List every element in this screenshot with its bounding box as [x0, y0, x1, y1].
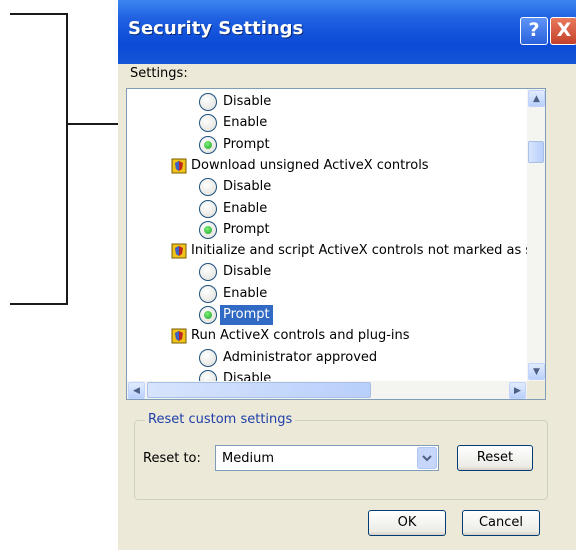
setting-option-label: Prompt [223, 221, 270, 237]
reset-to-value: Medium [222, 451, 274, 466]
radio-button[interactable] [199, 178, 217, 197]
reset-to-dropdown[interactable]: Medium [215, 445, 439, 471]
settings-list: Disable Enable Prompt Download unsigned Act… [127, 89, 527, 381]
reset-to-label: Reset to: [143, 451, 201, 466]
scrollbar-corner [527, 381, 545, 399]
reset-custom-settings-group: Reset custom settings Reset to: Medium R… [134, 412, 548, 500]
radio-button[interactable] [199, 284, 217, 303]
scroll-left-button[interactable]: ◀ [128, 382, 145, 399]
scroll-up-button[interactable]: ▲ [528, 90, 545, 107]
horizontal-scroll-thumb[interactable] [147, 382, 371, 398]
radio-dot [204, 225, 212, 234]
callout-bracket-pointer [66, 123, 118, 125]
radio-button-checked[interactable] [199, 220, 217, 239]
setting-option-label: Enable [223, 200, 268, 216]
ok-button[interactable]: OK [368, 510, 446, 536]
dialog-body: Settings: Disable Enable Prompt Download un… [118, 64, 576, 550]
help-button[interactable]: ? [520, 17, 548, 45]
dialog-title: Security Settings [128, 18, 304, 39]
setting-option-label: Prompt [223, 136, 270, 152]
setting-option-label: Prompt [220, 305, 273, 325]
chevron-down-icon[interactable] [417, 447, 437, 469]
activex-shield-icon [171, 328, 187, 344]
vertical-scrollbar[interactable]: ▲ ▼ [527, 89, 545, 381]
reset-button[interactable]: Reset [457, 445, 533, 471]
radio-button[interactable] [199, 93, 217, 111]
radio-dot [204, 140, 212, 149]
vertical-scroll-thumb[interactable] [528, 141, 544, 163]
radio-button[interactable] [199, 114, 217, 133]
radio-button[interactable] [199, 369, 217, 381]
group-legend: Reset custom settings [145, 412, 296, 427]
setting-option-label: Disable [223, 370, 272, 381]
close-button[interactable]: X [550, 17, 576, 45]
setting-option-label: Disable [223, 264, 272, 280]
security-settings-dialog: Security Settings ? X Settings: Disable E… [118, 0, 576, 550]
callout-bracket-top [10, 13, 68, 15]
callout-bracket-bottom [10, 303, 68, 305]
activex-shield-icon [171, 158, 187, 174]
settings-listbox[interactable]: Disable Enable Prompt Download unsigned Act… [126, 88, 546, 400]
horizontal-scrollbar[interactable]: ◀ ▶ [127, 381, 527, 399]
scroll-down-button[interactable]: ▼ [528, 363, 545, 380]
radio-button-checked[interactable] [199, 306, 217, 324]
setting-category-label: Initialize and script ActiveX controls n… [191, 243, 527, 259]
setting-option-label: Enable [223, 115, 268, 131]
radio-button[interactable] [199, 348, 217, 367]
setting-option-label: Disable [223, 179, 272, 195]
activex-shield-icon [171, 243, 187, 259]
title-bar[interactable]: Security Settings ? X [118, 0, 576, 64]
radio-button-checked[interactable] [199, 135, 217, 154]
settings-label: Settings: [130, 66, 188, 81]
radio-dot [204, 311, 212, 319]
callout-bracket-vertical [66, 13, 68, 305]
setting-option-label: Administrator approved [223, 349, 378, 365]
scroll-right-button[interactable]: ▶ [509, 382, 526, 399]
setting-category-label: Download unsigned ActiveX controls [191, 157, 429, 173]
setting-option-label: Disable [223, 94, 272, 109]
cancel-button[interactable]: Cancel [462, 510, 540, 536]
setting-category-label: Run ActiveX controls and plug-ins [191, 328, 410, 344]
radio-button[interactable] [199, 263, 217, 282]
setting-option-label: Enable [223, 285, 268, 301]
radio-button[interactable] [199, 199, 217, 218]
